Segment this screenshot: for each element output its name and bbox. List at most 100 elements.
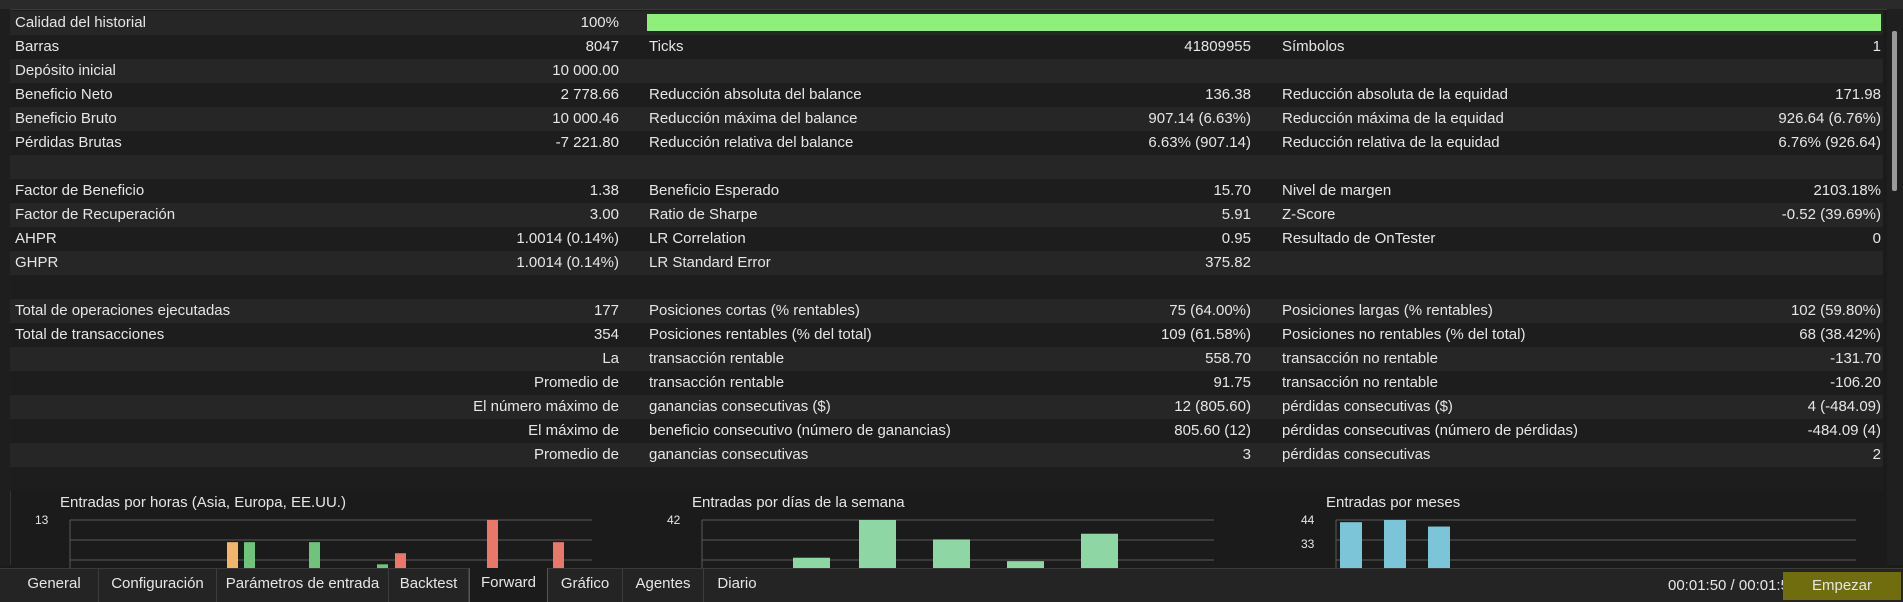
chart-bar (395, 553, 406, 568)
row-value-col3: -106.20 (1830, 374, 1881, 391)
row-label-col2: Posiciones cortas (% rentables) (649, 302, 860, 319)
scrollbar-thumb[interactable] (1892, 31, 1897, 191)
row-label-col3: Reducción relativa de la equidad (1282, 134, 1500, 151)
row-value-col1: 2 778.66 (560, 86, 619, 103)
row-value-col1: 1.0014 (0.14%) (516, 230, 619, 247)
chart-entries-by-weekday: 42 Entradas por días de la semana (667, 490, 1214, 568)
row-label-col3: pérdidas consecutivas (1282, 446, 1431, 463)
row-label-col2: Reducción absoluta del balance (649, 86, 862, 103)
tab-forward[interactable]: Forward (469, 568, 548, 602)
row-value-col2: 91.75 (1213, 374, 1251, 391)
row-value-col1: 3.00 (589, 206, 619, 223)
row-label-col3: Reducción absoluta de la equidad (1282, 86, 1509, 103)
row-label-col2: transacción rentable (649, 350, 785, 367)
row-value-col3: 171.98 (1835, 86, 1881, 103)
row-label-col3: Símbolos (1282, 38, 1345, 55)
row-value-col1: Promedio de (533, 446, 619, 463)
row-value-col2: 136.38 (1205, 86, 1251, 103)
vertical-scrollbar[interactable] (1887, 9, 1903, 565)
stats-row: La transacción rentable 558.70 transacción … (10, 347, 1883, 371)
top-strip (0, 0, 1903, 10)
row-label-col1: Calidad del historial (15, 14, 146, 31)
row-label-col1: Factor de Recuperación (15, 206, 176, 223)
row-label-col2: Ratio de Sharpe (649, 206, 758, 223)
stats-row: Pérdidas Brutas -7 221.80 Reducción relati… (10, 131, 1883, 155)
report-table: Calidad del historial 100% Barras 8047 Ticks… (10, 11, 1883, 491)
row-value-col3: 0 (1872, 230, 1881, 247)
row-value-col2: 375.82 (1205, 254, 1251, 271)
row-value-col2: 15.70 (1213, 182, 1251, 199)
tab-grafico[interactable]: Gráfico (548, 569, 623, 602)
row-label-col2: ganancias consecutivas ($) (649, 398, 831, 415)
chart-bar (1340, 522, 1362, 568)
row-label-col1: Total de transacciones (15, 326, 165, 343)
stats-row: AHPR 1.0014 (0.14%) LR Correlation 0.95 Resu… (10, 227, 1883, 251)
chart-bar (1384, 520, 1406, 568)
tab-backtest[interactable]: Backtest (389, 569, 469, 602)
row-value-col3: 68 (38.42%) (1799, 326, 1881, 343)
chart-bar (793, 557, 830, 568)
stats-row (10, 467, 1883, 491)
chart-title: Entradas por meses (1326, 494, 1461, 511)
stats-row: Beneficio Bruto 10 000.46 Reducción máxima… (10, 107, 1883, 131)
row-value-col3: 2103.18% (1813, 182, 1881, 199)
y-tick-label: 33 (1301, 537, 1315, 551)
stats-row: El número máximo de ganancias consecutiva… (10, 395, 1883, 419)
row-label-col1: Pérdidas Brutas (15, 134, 122, 151)
start-button[interactable]: Empezar (1783, 572, 1901, 600)
row-value-col2: 5.91 (1221, 206, 1251, 223)
chart-bar (1428, 526, 1450, 568)
row-value-col2: 75 (64.00%) (1169, 302, 1251, 319)
y-tick-label: 42 (667, 513, 681, 527)
row-label-col2: LR Standard Error (649, 254, 771, 271)
row-value-col3: -131.70 (1830, 350, 1881, 367)
tab-parametros-de-entrada[interactable]: Parámetros de entrada (217, 569, 389, 602)
row-value-col2: 41809955 (1184, 38, 1251, 55)
tab-agentes[interactable]: Agentes (623, 569, 704, 602)
row-label-col2: transacción rentable (649, 374, 785, 391)
row-value-col1: 1.0014 (0.14%) (516, 254, 619, 271)
stats-row: Promedio de transacción rentable 91.75 tran… (10, 371, 1883, 395)
row-value-col1: El número máximo de (473, 398, 619, 415)
row-value-col2: 0.95 (1221, 230, 1251, 247)
chart-bar (244, 542, 255, 568)
chart-title: Entradas por horas (Asia, Europa, EE.UU.… (60, 494, 346, 511)
stats-row (10, 155, 1883, 179)
row-value-col1: 10 000.46 (552, 110, 619, 127)
row-value-col2: 907.14 (6.63%) (1148, 110, 1251, 127)
tab-general[interactable]: General (10, 569, 99, 602)
stats-row: Promedio de ganancias consecutivas 3 pérdid… (10, 443, 1883, 467)
tab-configuracion[interactable]: Configuración (99, 569, 217, 602)
row-value-col3: 6.76% (926.64) (1778, 134, 1881, 151)
stats-row: Total de operaciones ejecutadas 177 Posici… (10, 299, 1883, 323)
row-label-col1: Depósito inicial (15, 62, 116, 79)
row-value-col1: La (602, 350, 619, 367)
row-value-col1: -7 221.80 (555, 134, 619, 151)
row-label-col3: pérdidas consecutivas ($) (1282, 398, 1453, 415)
row-label-col3: pérdidas consecutivas (número de pérdida… (1282, 422, 1578, 439)
stats-row: Calidad del historial 100% (10, 11, 1883, 35)
chart-bar (1081, 533, 1118, 568)
row-label-col3: Posiciones no rentables (% del total) (1282, 326, 1526, 343)
stats-row: Barras 8047 Ticks 41809955 Símbolos 1 (10, 35, 1883, 59)
row-value-col2: 805.60 (12) (1174, 422, 1251, 439)
row-value-col1: 8047 (585, 38, 619, 55)
row-label-col3: Nivel de margen (1282, 182, 1392, 199)
row-value-col2: 6.63% (907.14) (1148, 134, 1251, 151)
row-label-col2: Beneficio Esperado (649, 182, 780, 199)
row-value-col1: Promedio de (533, 374, 619, 391)
y-tick-label: 13 (35, 513, 49, 527)
row-label-col2: Ticks (649, 38, 684, 55)
row-label-col2: Reducción relativa del balance (649, 134, 854, 151)
row-value-col3: 2 (1872, 446, 1881, 463)
row-value-col3: 102 (59.80%) (1790, 302, 1881, 319)
row-value-col1: 1.38 (589, 182, 619, 199)
stats-row: GHPR 1.0014 (0.14%) LR Standard Error 375.8… (10, 251, 1883, 275)
row-label-col3: Z-Score (1282, 206, 1336, 223)
tab-diario[interactable]: Diario (704, 569, 770, 602)
chart-bar (227, 542, 238, 568)
row-value-col1: 100% (580, 14, 619, 31)
chart-bar (487, 520, 498, 568)
chart-bar (309, 542, 320, 568)
row-label-col2: Posiciones rentables (% del total) (649, 326, 872, 343)
